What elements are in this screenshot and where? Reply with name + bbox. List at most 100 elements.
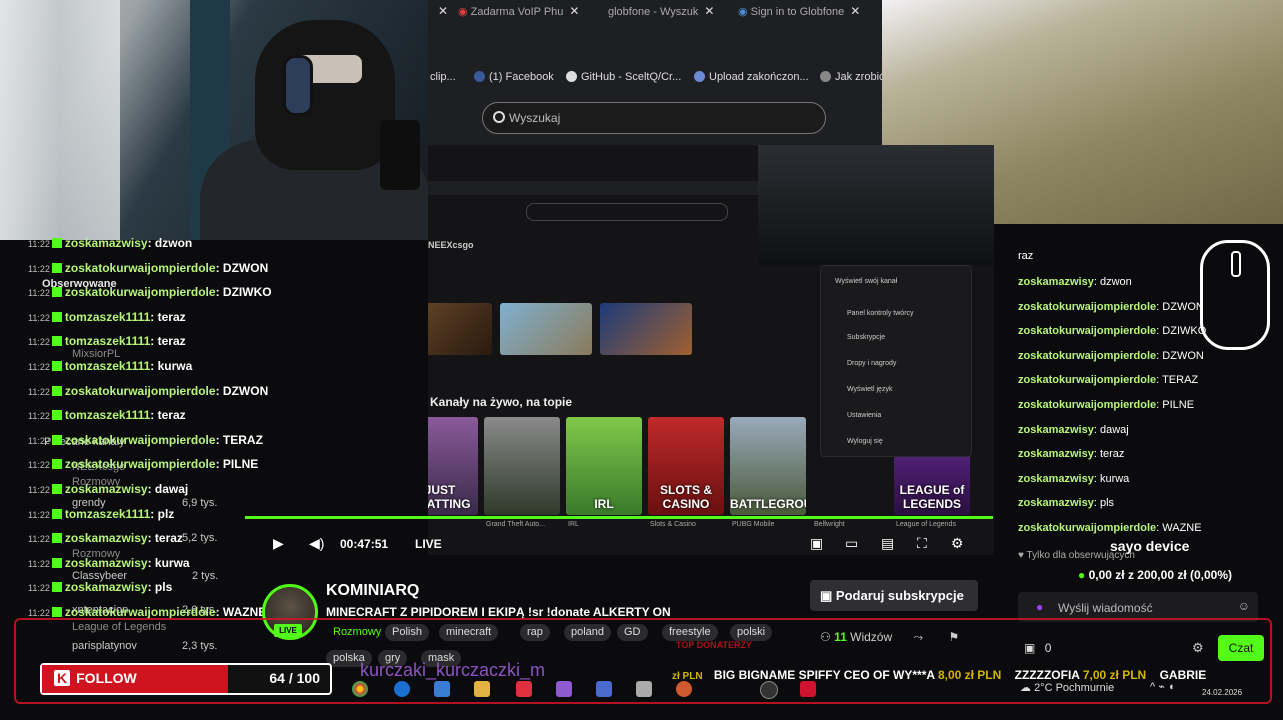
chat-text: DZIWKO (222, 285, 272, 300)
chat-username[interactable]: tomzaszek1111 (65, 507, 150, 521)
chat-username[interactable]: zoskamazwisy (1018, 276, 1094, 288)
kick-badge-icon (51, 459, 62, 470)
theater-icon[interactable]: ▭ (845, 535, 858, 552)
timestamp: 11:22 (28, 608, 50, 618)
miniplayer-icon[interactable]: ▤ (881, 535, 894, 552)
chat-username[interactable]: zoskamazwisy (65, 531, 148, 545)
thumbnail[interactable] (428, 303, 492, 355)
kick-badge-icon (51, 238, 62, 248)
chat-username[interactable]: tomzaszek1111 (65, 310, 150, 324)
chat-text: DZWON (1162, 349, 1204, 362)
menu-item[interactable]: Dropy i nagrody (847, 360, 896, 367)
thumbnail[interactable] (600, 303, 692, 355)
github-icon (566, 71, 577, 82)
chat-text: dawaj (154, 482, 189, 496)
chat-username[interactable]: zoskamazwisy (1018, 424, 1094, 436)
search-icon (493, 111, 505, 123)
chat-message: 11:22 tomzaszek1111: plz (28, 506, 175, 521)
chat-username[interactable]: zoskamazwisy (1018, 473, 1094, 485)
app-icon[interactable] (676, 681, 692, 697)
menu-item[interactable]: Wyloguj się (847, 438, 883, 445)
chat-username[interactable]: zoskamazwisy (1018, 497, 1094, 509)
player-time: 00:47:51 (340, 537, 389, 551)
chat-username[interactable]: tomzaszek1111 (65, 408, 150, 422)
channel-name[interactable]: KOMINIARQ (326, 582, 419, 600)
app-icon[interactable] (556, 681, 572, 697)
category-label: League of Legends (896, 521, 956, 528)
chat-username[interactable]: zoskatokurwaijompierdole (1018, 325, 1156, 337)
thumbnail[interactable] (500, 303, 592, 355)
menu-item[interactable]: Wyświetl swój kanał (835, 278, 897, 285)
search-input[interactable]: Wyszukaj (482, 102, 826, 134)
follow-goal: K FOLLOW 64 / 100 (40, 663, 332, 695)
kick-badge-icon (51, 557, 62, 568)
chat-username[interactable]: zoskamazwisy (1018, 448, 1094, 460)
chat-username[interactable]: zoskatokurwaijompierdole (65, 261, 216, 275)
chat-message: 11:22 tomzaszek1111: kurwa (28, 359, 193, 373)
emoji-icon[interactable]: ☺ (1238, 599, 1250, 613)
chat-username[interactable]: zoskatokurwaijompierdole (1018, 399, 1156, 411)
category-card[interactable]: BATTLEGROUNDS (730, 417, 806, 515)
chrome-icon[interactable] (352, 681, 368, 697)
mail-icon[interactable] (434, 681, 450, 697)
chat-username[interactable]: zoskatokurwaijompierdole (65, 285, 216, 299)
goal-text: ● 0,00 zł z 200,00 zł (0,00%) (1078, 568, 1233, 582)
chat-message: zoskatokurwaijompierdole: DZIWKO (1018, 325, 1207, 338)
menu-item[interactable]: Ustawienia (847, 412, 881, 419)
chat-username[interactable]: tomzaszek1111 (65, 359, 150, 373)
obs-icon[interactable] (760, 681, 778, 699)
category-card[interactable]: SLOTS & CASINO (648, 417, 724, 515)
chat-username[interactable]: zoskatokurwaijompierdole (65, 433, 216, 447)
chat-username[interactable]: zoskamazwisy (65, 580, 148, 594)
chat-text: pls (1099, 497, 1115, 510)
chat-username[interactable]: zoskatokurwaijompierdole (65, 384, 216, 398)
bookmark-github[interactable]: GitHub - SceltQ/Cr... (566, 71, 681, 83)
volume-icon[interactable]: ◀) (309, 535, 324, 552)
chat-username[interactable]: zoskamazwisy (65, 556, 148, 570)
bookmark-jak-zrobic[interactable]: Jak zrobić (820, 71, 885, 83)
folder-icon[interactable] (474, 681, 490, 697)
app-icon[interactable] (800, 681, 816, 697)
tab-close-icon[interactable]: ✕ (432, 4, 448, 28)
chat-message: 11:22 zoskamazwisy: pls (28, 580, 173, 595)
chat-message: 11:22 zoskamazwisy: dawaj (28, 482, 189, 496)
chat-username[interactable]: zoskatokurwaijompierdole (65, 605, 216, 619)
chat-username[interactable]: tomzaszek1111 (65, 334, 150, 348)
bookmark-facebook[interactable]: (1) Facebook (474, 71, 554, 83)
video-progress-bar[interactable] (245, 516, 993, 519)
clip-icon[interactable]: ▣ (810, 535, 823, 552)
app-icon[interactable] (636, 681, 652, 697)
chat-username[interactable]: zoskatokurwaijompierdole (1018, 301, 1156, 313)
menu-item[interactable]: Subskrypcje (847, 334, 885, 341)
weather-widget[interactable]: ☁ 2°C Pochmurnie (1020, 681, 1114, 694)
chat-username[interactable]: zoskatokurwaijompierdole (65, 457, 216, 471)
tab-zadarma[interactable]: ◉ Zadarma VoIP Phu ✕ (458, 4, 579, 28)
tray-icons[interactable]: ^ ⌁ ◖ (1150, 680, 1175, 693)
tab-globfone-search[interactable]: globfone - Wyszuk ✕ (608, 4, 714, 28)
bookmark-clip[interactable]: clip... (430, 71, 456, 83)
chat-username[interactable]: zoskamazwisy (65, 236, 148, 250)
chat-text: kurwa (157, 359, 193, 373)
category-card[interactable] (484, 417, 560, 515)
live-label: LIVE (415, 537, 442, 551)
chat-text: WAZNE (1162, 522, 1202, 534)
category-card[interactable]: JUST CHATTING (428, 417, 478, 515)
chat-username[interactable]: zoskatokurwaijompierdole (1018, 522, 1156, 534)
chat-username[interactable]: zoskatokurwaijompierdole (1018, 374, 1156, 386)
tab-globfone-signin[interactable]: ◉ Sign in to Globfone ✕ (738, 4, 860, 28)
settings-icon[interactable]: ⚙ (951, 535, 964, 552)
menu-item[interactable]: Wyświetl język (847, 386, 892, 393)
bookmark-upload[interactable]: Upload zakończon... (694, 71, 809, 83)
app-icon[interactable] (596, 681, 612, 697)
chat-text: dawaj (1099, 423, 1129, 436)
chat-username[interactable]: zoskatokurwaijompierdole (1018, 350, 1156, 362)
category-card[interactable]: IRL (566, 417, 642, 515)
category-label: PUBG Mobile (732, 521, 775, 528)
chat-text: plz (157, 506, 175, 521)
gift-sub-button[interactable]: ▣ Podaruj subskrypcje (810, 580, 978, 611)
menu-item[interactable]: Panel kontroly twórcy (847, 310, 914, 317)
edge-icon[interactable] (394, 681, 410, 697)
chat-username[interactable]: zoskamazwisy (65, 482, 148, 496)
app-icon[interactable] (516, 681, 532, 697)
fullscreen-icon[interactable]: ⛶ (917, 535, 927, 552)
